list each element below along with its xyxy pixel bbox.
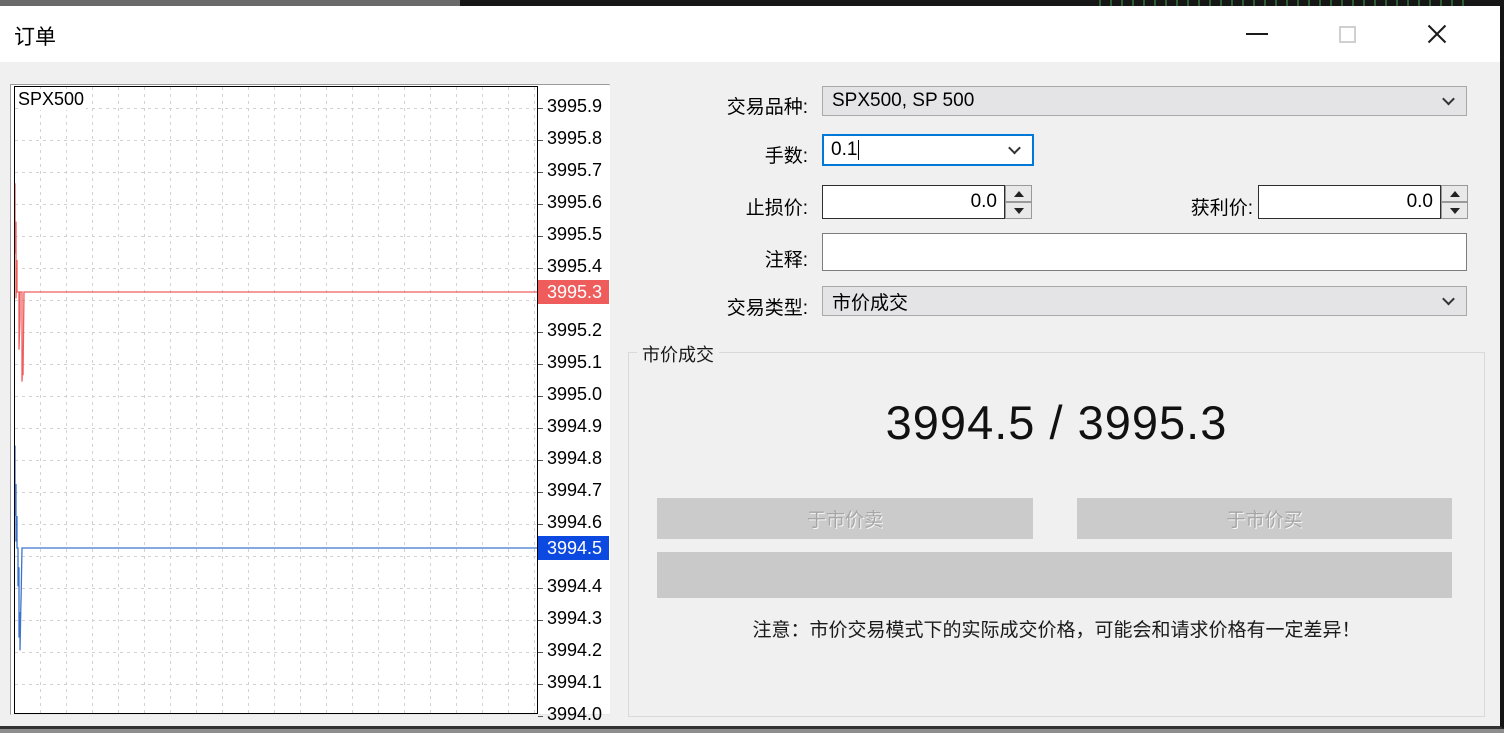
order-dialog: 订单 SPX500 3995.93995.83995 xyxy=(0,6,1504,729)
price-scale-tick xyxy=(538,460,543,461)
comment-label: 注释: xyxy=(600,245,808,272)
price-scale-label: 3995.8 xyxy=(547,128,602,149)
price-scale-tick xyxy=(538,684,543,685)
arrow-up-icon xyxy=(1450,191,1460,197)
close-icon xyxy=(1426,23,1448,45)
price-scale-label: 3995.2 xyxy=(547,320,602,341)
chart-symbol-label: SPX500 xyxy=(18,89,86,110)
tick-chart-svg xyxy=(14,86,538,714)
minimize-icon xyxy=(1246,33,1268,35)
chevron-down-icon[interactable] xyxy=(1008,142,1021,155)
title-bar: 订单 xyxy=(0,6,1500,62)
comment-input[interactable] xyxy=(822,233,1467,271)
take-profit-decrement-button[interactable] xyxy=(1441,202,1468,219)
price-scale-label: 3995.4 xyxy=(547,256,602,277)
order-type-label: 交易类型: xyxy=(600,293,808,320)
stop-loss-decrement-button[interactable] xyxy=(1005,202,1032,219)
price-scale-tick xyxy=(538,652,543,653)
price-scale-label: 3994.8 xyxy=(547,448,602,469)
order-type-value: 市价成交 xyxy=(832,288,908,315)
price-scale-label: 3995.7 xyxy=(547,160,602,181)
text-caret xyxy=(858,140,859,160)
maximize-button[interactable] xyxy=(1302,6,1392,62)
take-profit-spinedit: 0.0 xyxy=(1258,185,1468,219)
sell-by-market-button[interactable]: 于市价卖 xyxy=(657,498,1033,539)
price-scale-tick xyxy=(538,140,543,141)
bid-price-badge: 3994.5 xyxy=(538,536,609,560)
take-profit-input[interactable]: 0.0 xyxy=(1258,185,1441,219)
background-window-bottom-strip xyxy=(0,729,1504,733)
dialog-body: SPX500 3995.93995.83995.73995.63995.5399… xyxy=(0,62,1500,726)
price-scale-label: 3994.7 xyxy=(547,480,602,501)
price-scale-label: 3994.3 xyxy=(547,608,602,629)
price-scale-tick xyxy=(538,588,543,589)
bid-ask-quote: 3994.5 / 3995.3 xyxy=(629,395,1484,450)
arrow-up-icon xyxy=(1014,191,1024,197)
price-scale-label: 3994.6 xyxy=(547,512,602,533)
stop-loss-increment-button[interactable] xyxy=(1005,185,1032,202)
close-button[interactable] xyxy=(1392,6,1482,62)
price-scale: 3995.9 3995.8 3995.7 3995.6 3995.5 3995.4 3995… xyxy=(538,86,610,714)
market-note: 注意：市价交易模式下的实际成交价格，可能会和请求价格有一定差异！ xyxy=(629,615,1484,642)
group-title: 市价成交 xyxy=(637,341,719,367)
price-scale-label: 3994.0 xyxy=(547,704,602,725)
volume-value: 0.1 xyxy=(831,139,857,161)
price-scale-tick xyxy=(538,364,543,365)
price-scale-label: 3995.0 xyxy=(547,384,602,405)
take-profit-spinner xyxy=(1441,185,1468,219)
window-controls xyxy=(1212,6,1482,62)
arrow-down-icon xyxy=(1014,208,1024,214)
symbol-value: SPX500, SP 500 xyxy=(832,90,974,112)
volume-combobox[interactable]: 0.1 xyxy=(822,134,1034,166)
price-scale-tick xyxy=(538,620,543,621)
price-scale-label: 3994.2 xyxy=(547,640,602,661)
take-profit-increment-button[interactable] xyxy=(1441,185,1468,202)
price-scale-label: 3994.4 xyxy=(547,576,602,597)
maximize-icon xyxy=(1339,26,1356,43)
tick-chart: SPX500 3995.93995.83995.73995.63995.5399… xyxy=(10,84,610,715)
arrow-down-icon xyxy=(1450,208,1460,214)
price-scale-tick xyxy=(538,108,543,109)
minimize-button[interactable] xyxy=(1212,6,1302,62)
stop-loss-spinedit: 0.0 xyxy=(822,185,1032,219)
stop-loss-input[interactable]: 0.0 xyxy=(822,185,1005,219)
stop-loss-spinner xyxy=(1005,185,1032,219)
price-scale-tick xyxy=(538,492,543,493)
chevron-down-icon[interactable] xyxy=(1442,93,1455,106)
stop-loss-label: 止损价: xyxy=(600,193,808,220)
price-scale-label: 3995.1 xyxy=(547,352,602,373)
price-scale-tick xyxy=(538,396,543,397)
price-scale-tick xyxy=(538,428,543,429)
price-scale-label: 3994.1 xyxy=(547,672,602,693)
take-profit-value: 0.0 xyxy=(1407,191,1433,213)
price-scale-tick xyxy=(538,172,543,173)
volume-label: 手数: xyxy=(600,141,808,168)
take-profit-label: 获利价: xyxy=(1045,193,1253,220)
price-scale-label: 3995.9 xyxy=(547,96,602,117)
screen: 订单 SPX500 3995.93995.83995 xyxy=(0,0,1504,733)
stop-loss-value: 0.0 xyxy=(971,191,997,213)
market-execution-group: 市价成交 3994.5 / 3995.3 于市价卖 于市价买 注意：市价交易模式… xyxy=(628,352,1485,717)
price-scale-tick xyxy=(538,268,543,269)
ask-price-badge: 3995.3 xyxy=(538,280,609,304)
price-scale-tick xyxy=(538,524,543,525)
symbol-select[interactable]: SPX500, SP 500 xyxy=(822,86,1467,116)
price-scale-tick xyxy=(538,204,543,205)
chevron-down-icon[interactable] xyxy=(1442,293,1455,306)
price-scale-label: 3995.6 xyxy=(547,192,602,213)
buy-by-market-button[interactable]: 于市价买 xyxy=(1077,498,1452,539)
price-scale-tick xyxy=(538,716,543,717)
tick-chart-plot: SPX500 xyxy=(14,86,538,714)
dialog-title: 订单 xyxy=(14,21,56,51)
symbol-label: 交易品种: xyxy=(600,92,808,119)
price-scale-tick xyxy=(538,332,543,333)
disabled-action-bar[interactable] xyxy=(657,552,1452,598)
price-scale-tick xyxy=(538,236,543,237)
price-scale-label: 3994.9 xyxy=(547,416,602,437)
price-scale-label: 3995.5 xyxy=(547,224,602,245)
order-type-select[interactable]: 市价成交 xyxy=(822,286,1467,316)
